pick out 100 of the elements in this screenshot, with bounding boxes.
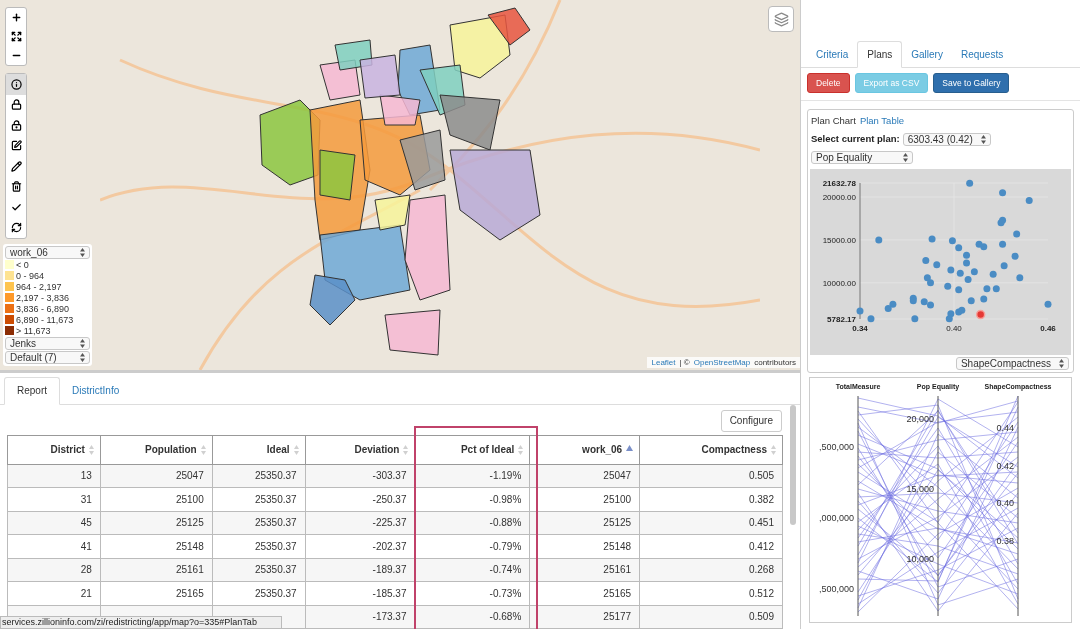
sort-icon[interactable]	[771, 445, 776, 456]
axis-tick-label: ,500,000	[818, 583, 854, 594]
sort-icon[interactable]	[88, 445, 94, 456]
x-axis-select[interactable]: ShapeCompactness	[955, 356, 1069, 370]
configure-button[interactable]: Configure	[720, 409, 782, 432]
side-tab[interactable]: Plans	[857, 41, 903, 68]
plan-point[interactable]	[867, 314, 875, 322]
plan-point[interactable]	[958, 306, 966, 314]
sort-ascending-icon[interactable]	[626, 445, 634, 452]
edit-icon	[10, 140, 22, 152]
plan-point[interactable]	[967, 296, 975, 304]
action-button[interactable]: Delete	[807, 73, 850, 93]
action-button[interactable]: Save to Gallery	[933, 73, 1010, 93]
plan-point[interactable]	[875, 235, 883, 243]
plan-point[interactable]	[923, 273, 931, 281]
plan-tab[interactable]: Plan Table	[859, 114, 905, 129]
plan-point[interactable]	[966, 179, 974, 187]
plan-point[interactable]	[948, 236, 956, 244]
column-header[interactable]: work_06	[529, 435, 640, 464]
current-plan-select[interactable]: 6303.43 (0.42)	[902, 132, 991, 146]
sort-icon[interactable]	[403, 445, 409, 456]
plan-point[interactable]	[945, 314, 953, 322]
district-polygons-drawing[interactable]	[259, 7, 542, 357]
plan-point[interactable]	[992, 284, 1000, 292]
table-cell: 0.505	[639, 464, 783, 488]
side-tab[interactable]: Gallery	[902, 41, 952, 67]
map-view[interactable]: work_06 < 0 0 - 964 964 - 2,197 2,197 - 3,836 3,836 - 6,890 6,890 - 11,673 > 11,673 Jenks Default (7) Leaflet | © OpenStreetMap contributors	[0, 0, 800, 370]
axis-tick-label: 15,000	[906, 483, 934, 494]
field-select[interactable]: work_06	[5, 245, 90, 259]
plan-point[interactable]	[980, 242, 988, 250]
classification-select[interactable]: Jenks	[5, 336, 90, 350]
plan-point[interactable]	[927, 278, 934, 286]
plan-point[interactable]	[983, 284, 991, 292]
column-header[interactable]: Deviation	[305, 435, 415, 464]
table-cell: 25350.37	[212, 511, 306, 535]
plan-point[interactable]	[933, 260, 941, 268]
plan-point[interactable]	[955, 243, 963, 251]
sort-icon[interactable]	[518, 445, 524, 456]
current-plan-label: Select current plan:	[811, 132, 900, 147]
attribution-link[interactable]: Leaflet	[651, 356, 676, 368]
legend-label: 3,836 - 6,890	[16, 303, 70, 314]
current-plan-point[interactable]	[975, 309, 986, 319]
y-axis-select[interactable]: Pop Equality	[811, 150, 913, 164]
plan-tab[interactable]: Plan Chart	[811, 114, 856, 129]
table-cell: 25100	[529, 487, 640, 511]
table-cell: 28	[7, 558, 101, 582]
plan-point[interactable]	[947, 309, 955, 317]
plan-point[interactable]	[980, 295, 988, 303]
layers-button[interactable]	[768, 6, 794, 32]
plan-point[interactable]	[884, 304, 892, 312]
info-button[interactable]	[6, 74, 26, 95]
plan-point[interactable]	[920, 297, 928, 305]
table-cell: -0.79%	[415, 534, 530, 558]
plan-point[interactable]	[999, 188, 1007, 196]
side-tab[interactable]: Criteria	[807, 41, 858, 67]
y-tick-label: 20000.00	[822, 192, 856, 202]
axis-tick-label: 0.44	[996, 422, 1014, 433]
table-cell: 25165	[529, 581, 640, 605]
column-header[interactable]: Pct of Ideal	[415, 435, 530, 464]
y-tick-label: 10000.00	[822, 278, 856, 288]
plan-point[interactable]	[889, 300, 897, 308]
plan-point[interactable]	[955, 285, 963, 293]
plan-point[interactable]	[1025, 196, 1033, 204]
plan-point[interactable]	[856, 307, 864, 315]
plan-point[interactable]	[1013, 229, 1021, 237]
table-cell: 25350.37	[212, 487, 306, 511]
column-header[interactable]: Compactness	[639, 435, 783, 464]
plan-point[interactable]	[928, 235, 936, 243]
side-tab[interactable]: Requests	[951, 41, 1013, 67]
sort-icon[interactable]	[293, 445, 299, 456]
plan-point[interactable]	[922, 256, 930, 264]
select-arrows-icon	[80, 247, 85, 257]
column-header[interactable]: Ideal	[212, 435, 306, 464]
column-header[interactable]: Population	[100, 435, 213, 464]
plan-point[interactable]	[963, 259, 971, 267]
plan-point[interactable]	[1016, 273, 1024, 281]
scheme-select[interactable]: Default (7)	[5, 350, 90, 364]
plan-point[interactable]	[970, 267, 978, 275]
legend-label: 964 - 2,197	[16, 281, 62, 292]
sort-icon[interactable]	[200, 445, 206, 456]
report-tab[interactable]: Report	[4, 376, 60, 405]
plan-point[interactable]	[963, 251, 971, 259]
plan-point[interactable]	[1044, 300, 1052, 308]
select-arrows-icon	[980, 134, 986, 144]
plan-point[interactable]	[956, 269, 964, 277]
trash-icon	[10, 181, 22, 193]
axis-tick-label: 0.42	[996, 460, 1014, 471]
table-cell: 25161	[529, 558, 640, 582]
plan-point[interactable]	[911, 314, 919, 322]
plan-point[interactable]	[1011, 252, 1019, 260]
plan-point[interactable]	[999, 240, 1007, 248]
attribution-link[interactable]: OpenStreetMap	[693, 356, 751, 368]
plan-point[interactable]	[1000, 261, 1008, 269]
plan-point[interactable]	[944, 282, 952, 290]
plan-point[interactable]	[964, 275, 972, 283]
plan-point[interactable]	[927, 301, 934, 309]
plan-point[interactable]	[989, 270, 997, 278]
column-header[interactable]: District	[7, 435, 101, 464]
plan-point[interactable]	[947, 265, 955, 273]
report-tab[interactable]: DistrictInfo	[60, 376, 132, 404]
